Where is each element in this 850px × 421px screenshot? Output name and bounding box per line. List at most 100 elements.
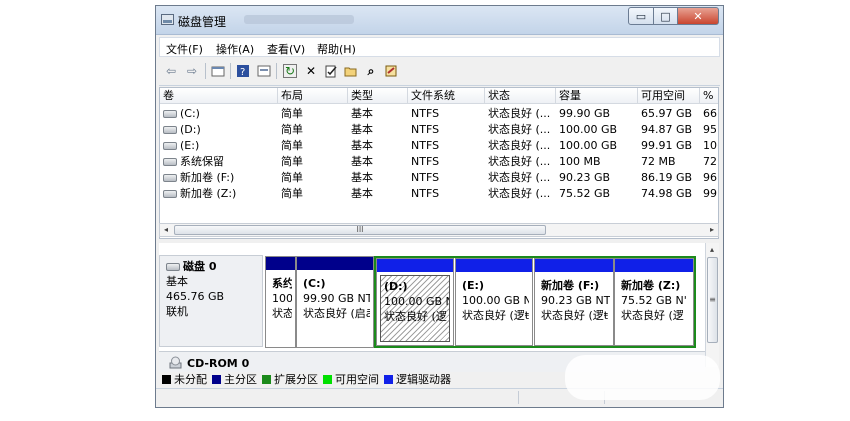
table-cell[interactable]: 简单 [278,122,348,138]
table-cell[interactable]: 65.97 GB [638,106,700,122]
open-icon[interactable] [344,64,358,78]
table-cell[interactable]: 状态良好 (... [485,138,556,154]
partition-5[interactable]: 新加卷 (Z:) 75.52 GB N' 状态良好 (逻 [614,258,694,346]
table-cell[interactable]: 简单 [278,106,348,122]
partition-0[interactable]: 系约 100 状态 [265,256,296,348]
table-cell[interactable]: 99 [700,186,718,202]
table-cell[interactable]: 简单 [278,154,348,170]
menu-action[interactable]: 操作(A) [216,41,254,57]
legend-label: 可用空间 [335,373,379,386]
partition-3[interactable]: (E:) 100.00 GB N 状态良好 (逻ŧ [455,258,533,346]
table-cell[interactable]: 状态良好 (... [485,106,556,122]
menu-view[interactable]: 查看(V) [267,41,305,57]
drive-icon [163,174,177,182]
disk-type: 基本 [166,275,188,288]
table-cell[interactable]: 基本 [348,138,408,154]
table-cell[interactable]: 基本 [348,186,408,202]
wizard-icon[interactable] [384,64,398,78]
table-cell[interactable]: NTFS [408,154,485,170]
table-cell[interactable]: 简单 [278,186,348,202]
table-cell[interactable]: 66 [700,106,718,122]
horizontal-scrollbar[interactable]: ◂ III ▸ [159,223,719,237]
table-cell[interactable]: 简单 [278,138,348,154]
scroll-left-icon[interactable]: ◂ [160,224,172,236]
table-cell[interactable]: 基本 [348,106,408,122]
table-cell[interactable]: 94.87 GB [638,122,700,138]
column-header-volume[interactable]: 卷 [160,88,278,104]
partition-info: (D:) 100.00 GB N 状态良好 (逻 [380,275,450,342]
column-header-free-space[interactable]: 可用空间 [638,88,700,104]
table-cell[interactable]: 72 MB [638,154,700,170]
table-cell[interactable]: 95 [700,122,718,138]
title-bar[interactable]: 磁盘管理 ▭ □ ✕ [156,6,723,35]
column-header-filesystem[interactable]: 文件系统 [408,88,485,104]
column-header-percent[interactable]: % [700,88,718,104]
table-cell[interactable]: 10( [700,138,718,154]
table-cell[interactable]: 99.90 GB [556,106,638,122]
disk-status: 联机 [166,305,188,318]
cell-text: 基本 [351,171,373,184]
disk-0-label[interactable]: 磁盘 0 基本 465.76 GB 联机 [159,255,263,347]
vertical-scrollbar[interactable]: ▴ ≡ [705,243,719,367]
table-cell[interactable]: 状态良好 (... [485,154,556,170]
table-cell[interactable]: 99.91 GB [638,138,700,154]
volume-name-cell[interactable]: 新加卷 (F:) [160,170,278,186]
table-cell[interactable]: NTFS [408,106,485,122]
help-icon[interactable]: ? [236,64,250,78]
volume-name-cell[interactable]: 新加卷 (Z:) [160,186,278,202]
properties-icon[interactable] [211,64,225,78]
forward-icon[interactable]: ⇨ [185,64,199,78]
column-header-type[interactable]: 类型 [348,88,408,104]
view-icon[interactable] [257,64,271,78]
table-cell[interactable]: NTFS [408,122,485,138]
volume-name-cell[interactable]: (D:) [160,122,278,138]
table-cell[interactable]: 75.52 GB [556,186,638,202]
close-button[interactable]: ✕ [677,7,719,25]
partition-2[interactable]: (D:) 100.00 GB N 状态良好 (逻 [376,258,454,346]
column-header-status[interactable]: 状态 [485,88,556,104]
table-cell[interactable]: 简单 [278,170,348,186]
horizontal-scroll-thumb[interactable]: III [174,225,546,235]
partition-status: 状态 [272,307,292,320]
search-icon[interactable]: ⌕ [364,64,378,78]
partition-label: (C:) [303,277,326,290]
check-icon[interactable] [324,64,338,78]
table-cell[interactable]: 100.00 GB [556,138,638,154]
partition-info: 新加卷 (F:) 90.23 GB NT 状态良好 (逻ŧ [538,275,610,342]
scroll-right-icon[interactable]: ▸ [706,224,718,236]
window-title: 磁盘管理 [178,15,227,29]
vertical-scroll-thumb[interactable]: ≡ [707,257,718,343]
volume-name-cell[interactable]: (E:) [160,138,278,154]
table-cell[interactable]: 86.19 GB [638,170,700,186]
column-header-layout[interactable]: 布局 [278,88,348,104]
back-icon[interactable]: ⇦ [164,64,178,78]
partition-4[interactable]: 新加卷 (F:) 90.23 GB NT 状态良好 (逻ŧ [534,258,614,346]
table-cell[interactable]: 74.98 GB [638,186,700,202]
table-cell[interactable]: 基本 [348,154,408,170]
table-cell[interactable]: 90.23 GB [556,170,638,186]
cell-text: 10( [703,139,718,152]
table-cell[interactable]: 96 [700,170,718,186]
table-cell[interactable]: 状态良好 (... [485,122,556,138]
delete-icon[interactable]: ✕ [304,64,318,78]
scroll-up-icon[interactable]: ▴ [706,244,718,256]
table-cell[interactable]: 100 MB [556,154,638,170]
table-cell[interactable]: NTFS [408,186,485,202]
volume-name-cell[interactable]: (C:) [160,106,278,122]
table-cell[interactable]: 状态良好 (... [485,170,556,186]
volume-name-cell[interactable]: 系统保留 [160,154,278,170]
maximize-button[interactable]: □ [653,7,678,25]
menu-help[interactable]: 帮助(H) [317,41,356,57]
refresh-icon[interactable]: ↻ [283,64,297,78]
menu-file[interactable]: 文件(F) [166,41,203,57]
column-header-capacity[interactable]: 容量 [556,88,638,104]
table-cell[interactable]: 72 [700,154,718,170]
table-cell[interactable]: 基本 [348,170,408,186]
table-cell[interactable]: NTFS [408,138,485,154]
partition-1[interactable]: (C:) 99.90 GB NT 状态良好 (启ā [296,256,374,348]
table-cell[interactable]: 100.00 GB [556,122,638,138]
minimize-button[interactable]: ▭ [628,7,654,25]
table-cell[interactable]: NTFS [408,170,485,186]
table-cell[interactable]: 基本 [348,122,408,138]
table-cell[interactable]: 状态良好 (... [485,186,556,202]
